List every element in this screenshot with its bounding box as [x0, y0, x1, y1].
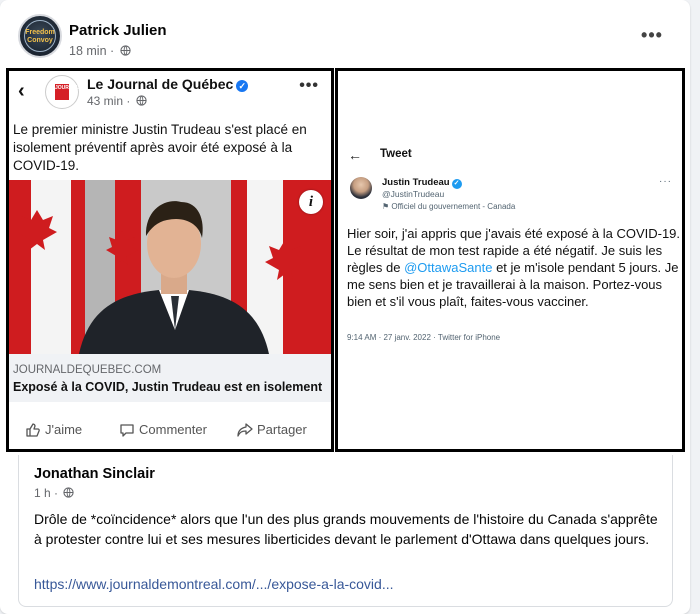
trudeau-photo: i	[9, 180, 331, 354]
tweet-author-name: Justin Trudeau	[382, 177, 450, 188]
facebook-post: Freedom Convoy Patrick Julien 18 min · •…	[0, 0, 690, 614]
avatar[interactable]: Freedom Convoy	[18, 14, 62, 58]
post-header: Freedom Convoy Patrick Julien 18 min · •…	[18, 14, 678, 62]
back-arrow-icon: ←	[348, 147, 362, 163]
trudeau-figure	[17, 201, 305, 354]
journal-logo: JOURNAL	[45, 75, 79, 109]
source-name-text: Le Journal de Québec	[87, 76, 234, 92]
tweet-text: Hier soir, j'ai appris que j'avais été e…	[347, 225, 682, 310]
tweet-timestamp: 9:14 AM · 27 janv. 2022 · Twitter for iP…	[347, 333, 501, 342]
comment-label: Commenter	[139, 422, 207, 437]
verified-badge-icon: ✓	[451, 179, 462, 189]
tweet-mention: @OttawaSante	[404, 260, 493, 275]
shared-post-text: Le premier ministre Justin Trudeau s'est…	[13, 122, 307, 173]
dot-separator: ·	[110, 44, 118, 58]
more-options-icon: •••	[299, 77, 319, 94]
like-label: J'aime	[45, 422, 83, 437]
flag-icon: ⚑	[382, 202, 392, 211]
avatar-logo-text: Freedom Convoy	[25, 29, 55, 44]
article-link[interactable]: https://www.journaldemontreal.com/.../ex…	[34, 576, 394, 592]
comment-action: Commenter	[119, 422, 207, 438]
like-action: J'aime	[25, 422, 82, 438]
info-icon: i	[299, 190, 323, 214]
source-meta: 43 min ·	[87, 94, 147, 108]
source-time: 43 min	[87, 94, 124, 108]
shared-facebook-post-screenshot: ‹ JOURNAL Le Journal de Québec ✓ 43 min ·…	[6, 68, 334, 452]
government-label-text: Officiel du gouvernement - Canada	[391, 202, 516, 211]
back-arrow-icon: ‹	[18, 80, 25, 102]
post-meta: 18 min ·	[69, 44, 131, 58]
share-action: Partager	[237, 422, 307, 438]
comment-author[interactable]: Jonathan Sinclair	[34, 466, 155, 482]
comment-meta: 1 h ·	[34, 486, 74, 500]
share-label: Partager	[257, 422, 307, 437]
globe-icon	[120, 45, 131, 56]
tweet-author: Justin Trudeau ✓	[382, 177, 462, 189]
tweet-screenshot: ← Tweet Justin Trudeau ✓ @JustinTrudeau ⚑…	[335, 68, 685, 452]
source-name: Le Journal de Québec ✓	[87, 76, 249, 92]
author-name[interactable]: Patrick Julien	[69, 22, 167, 39]
tweet-avatar	[350, 177, 372, 199]
globe-icon	[63, 487, 74, 498]
tweet-handle: @JustinTrudeau	[382, 189, 445, 199]
globe-icon	[136, 95, 147, 106]
share-icon	[237, 423, 253, 437]
more-options-icon[interactable]: •••	[640, 26, 664, 50]
post-time[interactable]: 18 min	[69, 44, 107, 58]
thumbs-up-icon	[26, 423, 40, 437]
link-title: Exposé à la COVID, Justin Trudeau est en…	[13, 380, 323, 394]
comment-text: Drôle de *coïncidence* alors que l'un de…	[34, 511, 658, 547]
link-domain: JOURNALDEQUEBEC.COM	[13, 364, 162, 376]
action-bar: J'aime Commenter Partager	[9, 416, 331, 446]
tweet-header: Tweet	[380, 148, 412, 160]
government-label: ⚑ Officiel du gouvernement - Canada	[382, 202, 515, 211]
more-options-icon: ···	[659, 176, 672, 187]
comment-time[interactable]: 1 h	[34, 486, 51, 500]
link-preview: JOURNALDEQUEBEC.COM Exposé à la COVID, J…	[9, 354, 331, 402]
comment-icon	[120, 424, 134, 437]
journal-logo-mark: JOURNAL	[55, 84, 79, 100]
verified-badge-icon: ✓	[236, 80, 249, 92]
shared-description: Jonathan Sinclair 1 h · Drôle de *coïnci…	[18, 455, 673, 607]
